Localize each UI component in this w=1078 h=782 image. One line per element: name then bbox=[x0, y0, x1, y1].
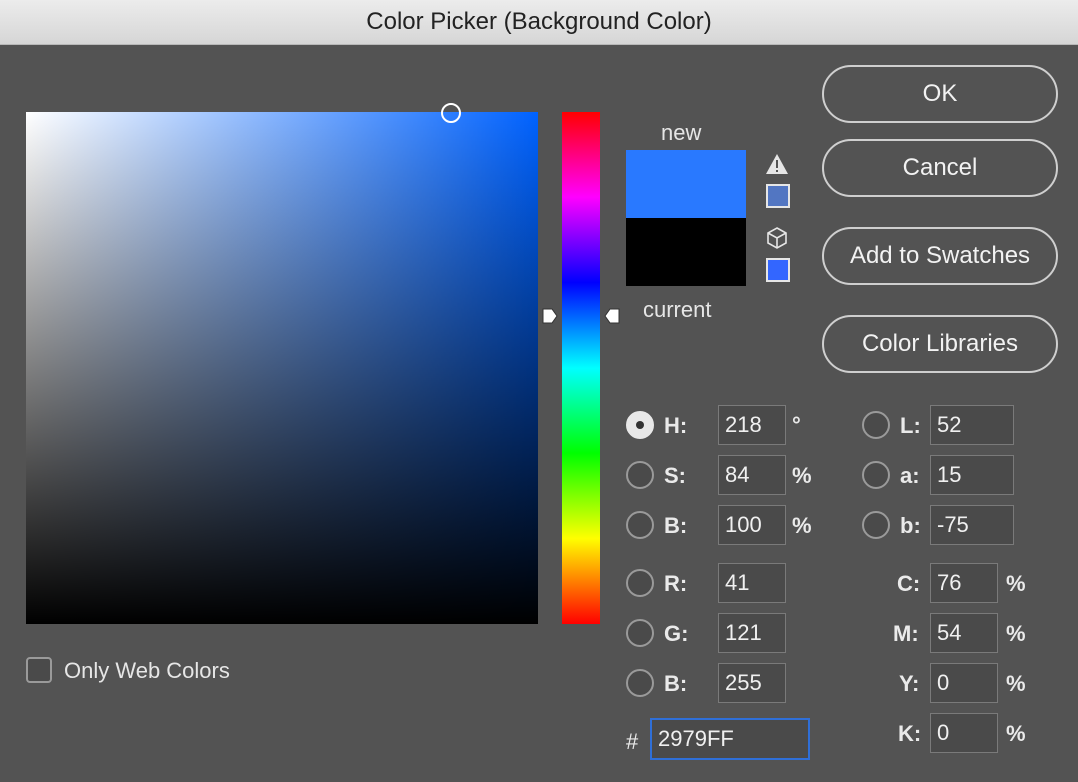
magenta-input[interactable]: 54 bbox=[930, 613, 998, 653]
lab-b-label: b: bbox=[900, 513, 921, 538]
hue-label: H: bbox=[664, 413, 688, 438]
hue-radio[interactable] bbox=[626, 411, 654, 439]
color-libraries-button[interactable]: Color Libraries bbox=[822, 315, 1058, 373]
green-input[interactable]: 121 bbox=[718, 613, 786, 653]
ok-button[interactable]: OK bbox=[822, 65, 1058, 123]
lab-l-label: L: bbox=[900, 413, 921, 438]
hue-unit: ° bbox=[792, 412, 801, 437]
saturation-radio[interactable] bbox=[626, 461, 654, 489]
only-web-colors-checkbox[interactable] bbox=[26, 657, 52, 683]
red-label: R: bbox=[664, 571, 688, 596]
new-label: new bbox=[661, 120, 702, 145]
current-color-swatch[interactable] bbox=[626, 218, 746, 286]
cyan-label: C: bbox=[897, 571, 921, 596]
brightness-input[interactable]: 100 bbox=[718, 505, 786, 545]
lab-b-radio[interactable] bbox=[862, 511, 890, 539]
yellow-input[interactable]: 0 bbox=[930, 663, 998, 703]
hue-slider-right-arrow-icon[interactable] bbox=[603, 307, 621, 325]
yellow-unit: % bbox=[1006, 671, 1026, 696]
brightness-radio[interactable] bbox=[626, 511, 654, 539]
gamut-warning-swatch[interactable] bbox=[766, 184, 790, 208]
hue-slider-left-arrow-icon[interactable] bbox=[541, 307, 559, 325]
current-label: current bbox=[643, 297, 712, 322]
color-field-marker[interactable] bbox=[441, 103, 461, 123]
red-input[interactable]: 41 bbox=[718, 563, 786, 603]
hex-label: # bbox=[626, 729, 639, 754]
saturation-input[interactable]: 84 bbox=[718, 455, 786, 495]
hex-input[interactable]: 2979FF bbox=[650, 718, 810, 760]
saturation-label: S: bbox=[664, 463, 686, 488]
cyan-unit: % bbox=[1006, 571, 1026, 596]
warning-triangle-icon[interactable] bbox=[765, 152, 789, 176]
hue-slider[interactable] bbox=[562, 112, 600, 624]
magenta-unit: % bbox=[1006, 621, 1026, 646]
window-title: Color Picker (Background Color) bbox=[0, 0, 1078, 45]
add-to-swatches-button[interactable]: Add to Swatches bbox=[822, 227, 1058, 285]
black-unit: % bbox=[1006, 721, 1026, 746]
new-color-swatch bbox=[626, 150, 746, 218]
lab-a-label: a: bbox=[900, 463, 920, 488]
only-web-colors-label: Only Web Colors bbox=[64, 658, 230, 683]
lab-l-radio[interactable] bbox=[862, 411, 890, 439]
brightness-label: B: bbox=[664, 513, 688, 538]
lab-l-input[interactable]: 52 bbox=[930, 405, 1014, 445]
lab-a-radio[interactable] bbox=[862, 461, 890, 489]
lab-a-input[interactable]: 15 bbox=[930, 455, 1014, 495]
green-label: G: bbox=[664, 621, 689, 646]
hue-input[interactable]: 218 bbox=[718, 405, 786, 445]
cyan-input[interactable]: 76 bbox=[930, 563, 998, 603]
green-radio[interactable] bbox=[626, 619, 654, 647]
magenta-label: M: bbox=[893, 621, 919, 646]
cube-icon[interactable] bbox=[766, 226, 788, 250]
black-input[interactable]: 0 bbox=[930, 713, 998, 753]
blue-input[interactable]: 255 bbox=[718, 663, 786, 703]
black-label: K: bbox=[898, 721, 922, 746]
blue-radio[interactable] bbox=[626, 669, 654, 697]
red-radio[interactable] bbox=[626, 569, 654, 597]
lab-b-input[interactable]: -75 bbox=[930, 505, 1014, 545]
brightness-unit: % bbox=[792, 513, 812, 538]
blue-label: B: bbox=[664, 671, 688, 696]
cancel-button[interactable]: Cancel bbox=[822, 139, 1058, 197]
saturation-unit: % bbox=[792, 463, 812, 488]
web-safe-swatch[interactable] bbox=[766, 258, 790, 282]
saturation-brightness-field[interactable] bbox=[26, 112, 538, 624]
yellow-label: Y: bbox=[899, 671, 920, 696]
